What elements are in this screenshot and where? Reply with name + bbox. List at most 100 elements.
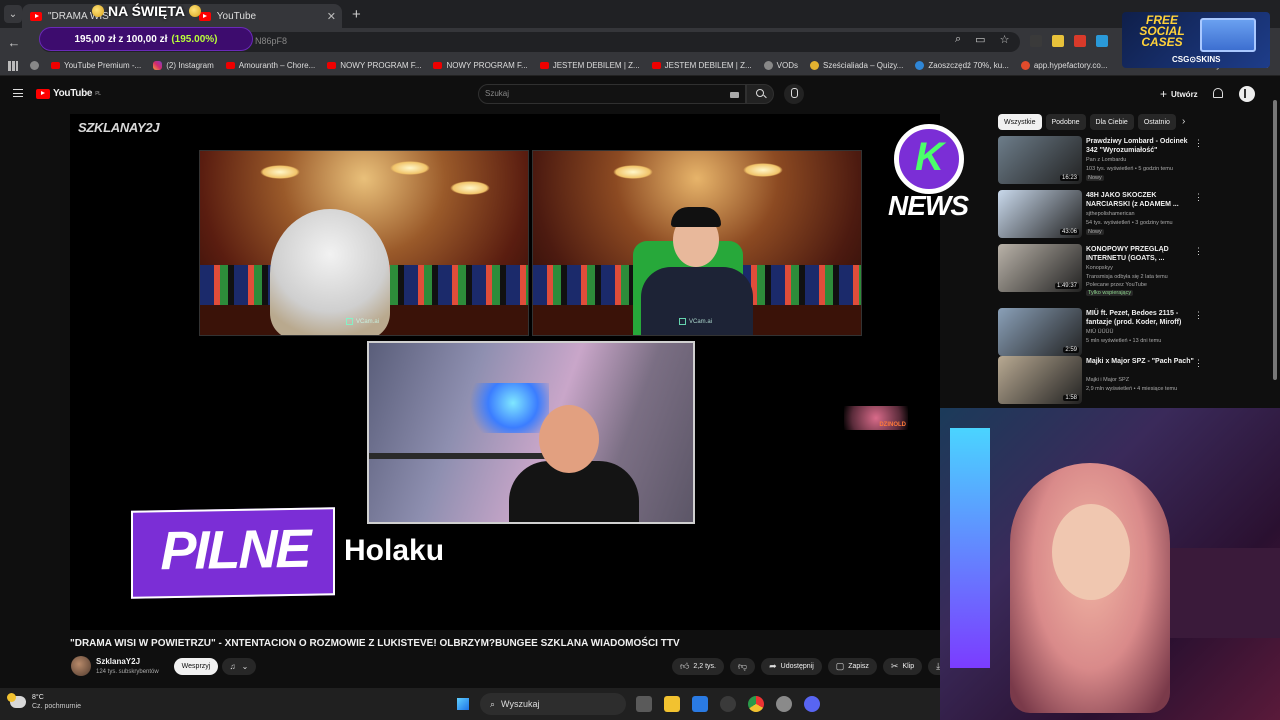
recommendation-item[interactable]: 2:59 MIÜ ft. Pezet, Bedoes 2115 - fantazj…: [998, 308, 1268, 358]
video-title: "DRAMA WISI W POWIETRZU" - XNTENTACION O…: [70, 638, 680, 649]
back-arrow-icon[interactable]: ←: [0, 35, 28, 50]
recommendation-item[interactable]: 1:49:37 KONOPOWY PRZEGLĄD INTERNETU (GOAT…: [998, 244, 1268, 296]
create-label: Utwórz: [1171, 89, 1198, 99]
vcam-logo-icon: [346, 318, 353, 325]
bookmark-item[interactable]: app.hypefactory.co...: [1020, 61, 1108, 70]
search-button[interactable]: [746, 84, 774, 104]
extension-icon[interactable]: [1030, 35, 1042, 47]
new-tab-button[interactable]: +: [352, 6, 361, 23]
bookmark-item[interactable]: Amouranth – Chore...: [225, 61, 315, 70]
more-options-icon[interactable]: ⋮: [1194, 138, 1203, 149]
recommendation-item[interactable]: 1:58 Majki x Major SPZ - "Pach Pach" Majki…: [998, 356, 1268, 406]
video-thumbnail[interactable]: 1:58: [998, 356, 1082, 404]
globe-icon: [30, 61, 39, 70]
bookmark-item[interactable]: JESTEM DEBILEM | Z...: [539, 61, 640, 70]
video-thumbnail[interactable]: 43:06: [998, 190, 1082, 238]
recommendation-item[interactable]: 16:23 Prawdziwy Lombard - Odcinek 342 "Wy…: [998, 136, 1268, 186]
start-menu-icon[interactable]: [456, 697, 470, 711]
share-button[interactable]: ➦ Udostępnij: [761, 658, 822, 675]
chrome-icon[interactable]: [748, 696, 764, 712]
youtube-logo[interactable]: YouTube PL: [36, 88, 101, 99]
chip-related[interactable]: Podobne: [1045, 114, 1086, 130]
more-options-icon[interactable]: ⋮: [1194, 192, 1203, 203]
clip-button[interactable]: ✂ Klip: [882, 658, 923, 675]
like-button[interactable]: 👍︎ 2,2 tys.: [672, 658, 724, 675]
account-avatar[interactable]: [1239, 86, 1255, 102]
channel-avatar[interactable]: [71, 656, 91, 676]
bookmark-item[interactable]: NOWY PROGRAM F...: [433, 61, 528, 70]
recommendation-channel[interactable]: sjthepolishamerican: [1086, 211, 1135, 217]
extension-icon[interactable]: [1096, 35, 1108, 47]
menu-icon[interactable]: [13, 89, 23, 97]
video-thumbnail[interactable]: 16:23: [998, 136, 1082, 184]
taskbar-search[interactable]: ⌕ Wyszukaj: [480, 693, 626, 715]
cast-icon[interactable]: ▭: [975, 33, 985, 46]
video-duration: 2:59: [1063, 347, 1079, 353]
recommendation-channel[interactable]: Pan z Lombardu: [1086, 157, 1126, 163]
recommendation-title[interactable]: MIÜ ft. Pezet, Bedoes 2115 - fantazje (p…: [1086, 309, 1200, 327]
bookmark-item[interactable]: JESTEM DEBILEM | Z...: [651, 61, 752, 70]
video-thumbnail[interactable]: 2:59: [998, 308, 1082, 356]
file-explorer-icon[interactable]: [664, 696, 680, 712]
chip-all[interactable]: Wszystkie: [998, 114, 1042, 130]
recommendation-extra: Polecane przez YouTube: [1086, 282, 1147, 288]
recommendation-title[interactable]: Prawdziwy Lombard - Odcinek 342 "Wyrozum…: [1086, 137, 1200, 155]
more-options-icon[interactable]: ⋮: [1194, 310, 1203, 321]
bookmark-item[interactable]: (2) Instagram: [153, 61, 214, 70]
app-icon[interactable]: [720, 696, 736, 712]
scrollbar[interactable]: [1272, 86, 1278, 386]
extension-icon[interactable]: [1052, 35, 1064, 47]
youtube-favicon-icon: [539, 62, 549, 69]
bookmark-item[interactable]: YouTube Premium -...: [51, 61, 141, 70]
support-button[interactable]: Wesprzyj: [174, 658, 218, 675]
recommendation-meta: 103 tys. wyświetleń • 5 godzin temu: [1086, 166, 1173, 172]
weather-widget[interactable]: 8°C Cz. pochmurnie: [7, 693, 81, 711]
like-count: 2,2 tys.: [693, 663, 716, 670]
recommendation-title[interactable]: Majki x Major SPZ - "Pach Pach": [1086, 357, 1200, 366]
scrollbar-thumb[interactable]: [1273, 100, 1277, 380]
chevron-right-icon[interactable]: ›: [1182, 116, 1185, 127]
recommendation-title[interactable]: 48H JAKO SKOCZEK NARCIARSKI (z ADAMEM ..…: [1086, 191, 1200, 209]
create-button[interactable]: + Utwórz: [1160, 87, 1198, 101]
recommendation-channel[interactable]: Majki i Major SPZ: [1086, 377, 1129, 383]
promo-banner[interactable]: FREE SOCIAL CASES CSG⊙SKINS: [1122, 12, 1270, 68]
store-icon[interactable]: [692, 696, 708, 712]
video-player[interactable]: SZKLANAY2J VCam.ai VCam.ai K NEWS DZINOL…: [70, 114, 969, 630]
extension-icon[interactable]: [1074, 35, 1086, 47]
recommendation-title[interactable]: KONOPOWY PRZEGLĄD INTERNETU (GOATS, ...: [1086, 245, 1200, 263]
tab-search-button[interactable]: ⌄: [4, 5, 22, 23]
more-options-icon[interactable]: ⋮: [1194, 358, 1203, 369]
bookmark-item[interactable]: VODs: [763, 61, 798, 70]
keyboard-icon[interactable]: [730, 92, 739, 98]
youtube-logo-icon: [36, 88, 50, 99]
save-button[interactable]: ▢ Zapisz: [827, 658, 877, 675]
notifications-toggle[interactable]: ♫ ⌄: [222, 658, 256, 675]
bookmark-item[interactable]: Sześcialiada – Quizy...: [810, 61, 903, 70]
search-placeholder: Szukaj: [485, 89, 510, 98]
bookmark-item[interactable]: Zaoszczędź 70%, ku...: [915, 61, 1009, 70]
video-duration: 43:06: [1059, 229, 1079, 235]
task-view-icon[interactable]: [636, 696, 652, 712]
close-tab-icon[interactable]: ✕: [327, 10, 336, 23]
dislike-button[interactable]: 👎︎: [729, 658, 756, 675]
notifications-bell-icon[interactable]: [1213, 88, 1223, 98]
more-options-icon[interactable]: ⋮: [1194, 246, 1203, 257]
bookmark-item[interactable]: NOWY PROGRAM F...: [327, 61, 421, 70]
chip-recent[interactable]: Ostatnio: [1137, 114, 1176, 130]
channel-name[interactable]: SzklanaY2J: [96, 657, 140, 666]
apps-grid-icon[interactable]: [8, 60, 18, 71]
settings-icon[interactable]: [776, 696, 792, 712]
video-thumbnail[interactable]: 1:49:37: [998, 244, 1082, 292]
chandelier-image: [390, 161, 430, 175]
recommendation-item[interactable]: 43:06 48H JAKO SKOCZEK NARCIARSKI (z ADAM…: [998, 190, 1268, 240]
zoom-icon[interactable]: ⌕: [955, 33, 961, 46]
discord-icon[interactable]: [804, 696, 820, 712]
guest-suit: [641, 267, 753, 335]
recommendation-channel[interactable]: MIÜ ÜÜÜÜ: [1086, 329, 1114, 335]
recommendation-channel[interactable]: Konopskyy: [1086, 265, 1113, 271]
search-input[interactable]: Szukaj: [478, 84, 746, 104]
chip-for-you[interactable]: Dla Ciebie: [1089, 114, 1134, 130]
bookmark-star-icon[interactable]: ☆: [1000, 33, 1010, 46]
voice-search-button[interactable]: [784, 84, 804, 104]
bookmark-icon-only[interactable]: [30, 61, 39, 70]
